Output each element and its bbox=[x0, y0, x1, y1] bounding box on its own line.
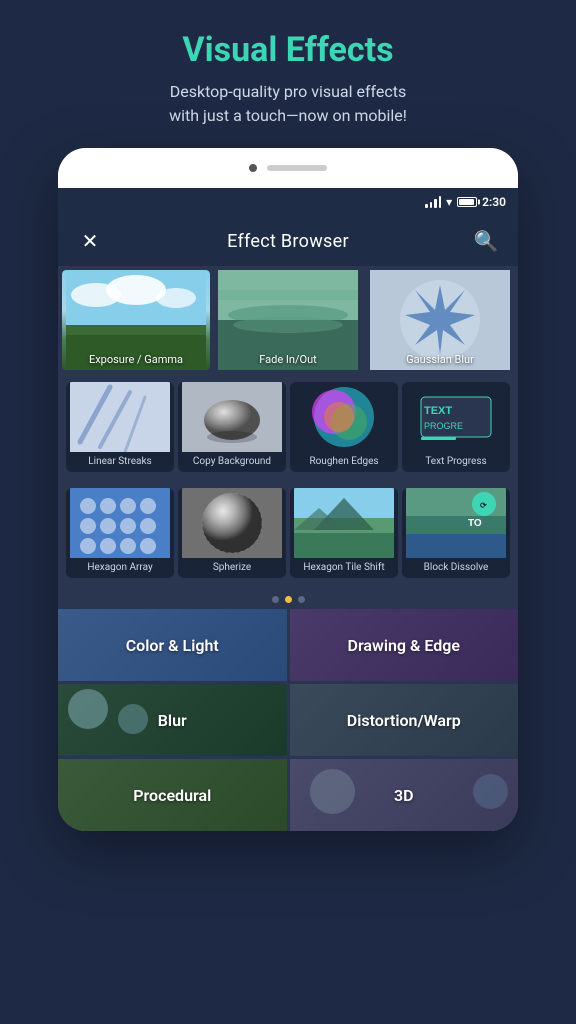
category-distortion-warp[interactable]: Distortion/Warp bbox=[290, 684, 519, 756]
thumb-copy-bg bbox=[178, 382, 286, 452]
page-dot-3[interactable] bbox=[298, 596, 305, 603]
effect-item-hexagon[interactable]: Hexagon Array bbox=[66, 488, 174, 578]
app-content: Exposure / Gamma Fade In/Out bbox=[58, 266, 518, 831]
thumb-hexagon bbox=[66, 488, 174, 558]
category-blur[interactable]: Blur bbox=[58, 684, 287, 756]
effect-name-spherize: Spherize bbox=[178, 558, 286, 578]
thumb-text-progress: TEXT PROGRE bbox=[402, 382, 510, 452]
effect-name-hexagon: Hexagon Array bbox=[66, 558, 174, 578]
phone-mockup: ▾ 2:30 ✕ Effect Browser 🔍 bbox=[58, 148, 518, 831]
page-dot-2[interactable] bbox=[285, 596, 292, 603]
effects-grid-row1: Linear Streaks bbox=[58, 374, 518, 480]
featured-item-fade[interactable]: Fade In/Out bbox=[214, 270, 362, 370]
category-3d[interactable]: 3D bbox=[290, 759, 519, 831]
thumb-spherize bbox=[178, 488, 286, 558]
effect-item-block-dissolve[interactable]: ⟳ TO Block Dissolve bbox=[402, 488, 510, 578]
page-subtitle: Desktop-quality pro visual effectswith j… bbox=[169, 80, 407, 128]
close-button[interactable]: ✕ bbox=[74, 225, 106, 257]
featured-row: Exposure / Gamma Fade In/Out bbox=[58, 266, 518, 374]
page-header: Visual Effects Desktop-quality pro visua… bbox=[129, 0, 447, 148]
effect-grid-2: Hexagon Array bbox=[62, 488, 514, 578]
category-procedural[interactable]: Procedural bbox=[58, 759, 287, 831]
effect-item-text-progress[interactable]: TEXT PROGRE Text Progress bbox=[402, 382, 510, 472]
pagination bbox=[58, 586, 518, 609]
effect-item-hex-tile[interactable]: Hexagon Tile Shift bbox=[290, 488, 398, 578]
effect-item-copy-bg[interactable]: Copy Background bbox=[178, 382, 286, 472]
svg-text:TO: TO bbox=[468, 518, 482, 529]
svg-text:PROGRE: PROGRE bbox=[424, 421, 463, 431]
status-icons: ▾ 2:30 bbox=[425, 195, 506, 209]
featured-item-exposure[interactable]: Exposure / Gamma bbox=[62, 270, 210, 370]
phone-top-bar bbox=[58, 148, 518, 188]
effect-item-linear-streaks[interactable]: Linear Streaks bbox=[66, 382, 174, 472]
category-color-light[interactable]: Color & Light bbox=[58, 609, 287, 681]
category-label-distortion-warp: Distortion/Warp bbox=[347, 711, 461, 730]
page-dot-1[interactable] bbox=[272, 596, 279, 603]
svg-text:⟳: ⟳ bbox=[480, 501, 487, 510]
featured-label-gaussian: Gaussian Blur bbox=[366, 353, 514, 366]
effect-name-copy-bg: Copy Background bbox=[178, 452, 286, 472]
effect-name-text-progress: Text Progress bbox=[402, 452, 510, 472]
app-bar: ✕ Effect Browser 🔍 bbox=[58, 216, 518, 266]
featured-label-fade: Fade In/Out bbox=[214, 353, 362, 366]
battery-icon bbox=[457, 197, 477, 207]
effect-name-block-dissolve: Block Dissolve bbox=[402, 558, 510, 578]
svg-text:TEXT: TEXT bbox=[424, 405, 452, 417]
effect-item-roughen[interactable]: Roughen Edges bbox=[290, 382, 398, 472]
signal-icon bbox=[425, 196, 441, 208]
page-title: Visual Effects bbox=[169, 30, 407, 70]
thumb-block-dissolve: ⟳ TO bbox=[402, 488, 510, 558]
category-label-3d: 3D bbox=[394, 786, 414, 805]
effect-grid: Linear Streaks bbox=[62, 382, 514, 472]
phone-camera bbox=[249, 164, 257, 172]
category-label-drawing-edge: Drawing & Edge bbox=[348, 636, 460, 655]
featured-item-gaussian[interactable]: Gaussian Blur bbox=[366, 270, 514, 370]
status-bar: ▾ 2:30 bbox=[58, 188, 518, 216]
thumb-roughen bbox=[290, 382, 398, 452]
thumb-linear-streaks bbox=[66, 382, 174, 452]
effect-item-spherize[interactable]: Spherize bbox=[178, 488, 286, 578]
status-time: 2:30 bbox=[482, 195, 506, 209]
search-button[interactable]: 🔍 bbox=[470, 225, 502, 257]
effect-name-roughen: Roughen Edges bbox=[290, 452, 398, 472]
category-drawing-edge[interactable]: Drawing & Edge bbox=[290, 609, 519, 681]
category-label-procedural: Procedural bbox=[133, 786, 211, 805]
featured-label-exposure: Exposure / Gamma bbox=[62, 353, 210, 366]
effect-name-hex-tile: Hexagon Tile Shift bbox=[290, 558, 398, 578]
app-bar-title: Effect Browser bbox=[227, 231, 349, 252]
category-label-blur: Blur bbox=[158, 711, 187, 730]
phone-speaker bbox=[267, 165, 327, 171]
category-label-color-light: Color & Light bbox=[126, 636, 219, 655]
thumb-hex-tile bbox=[290, 488, 398, 558]
wifi-icon: ▾ bbox=[446, 195, 452, 209]
category-grid: Color & Light Drawing & Edge Blur Distor… bbox=[58, 609, 518, 831]
effects-grid-row2: Hexagon Array bbox=[58, 480, 518, 586]
effect-name-linear-streaks: Linear Streaks bbox=[66, 452, 174, 472]
